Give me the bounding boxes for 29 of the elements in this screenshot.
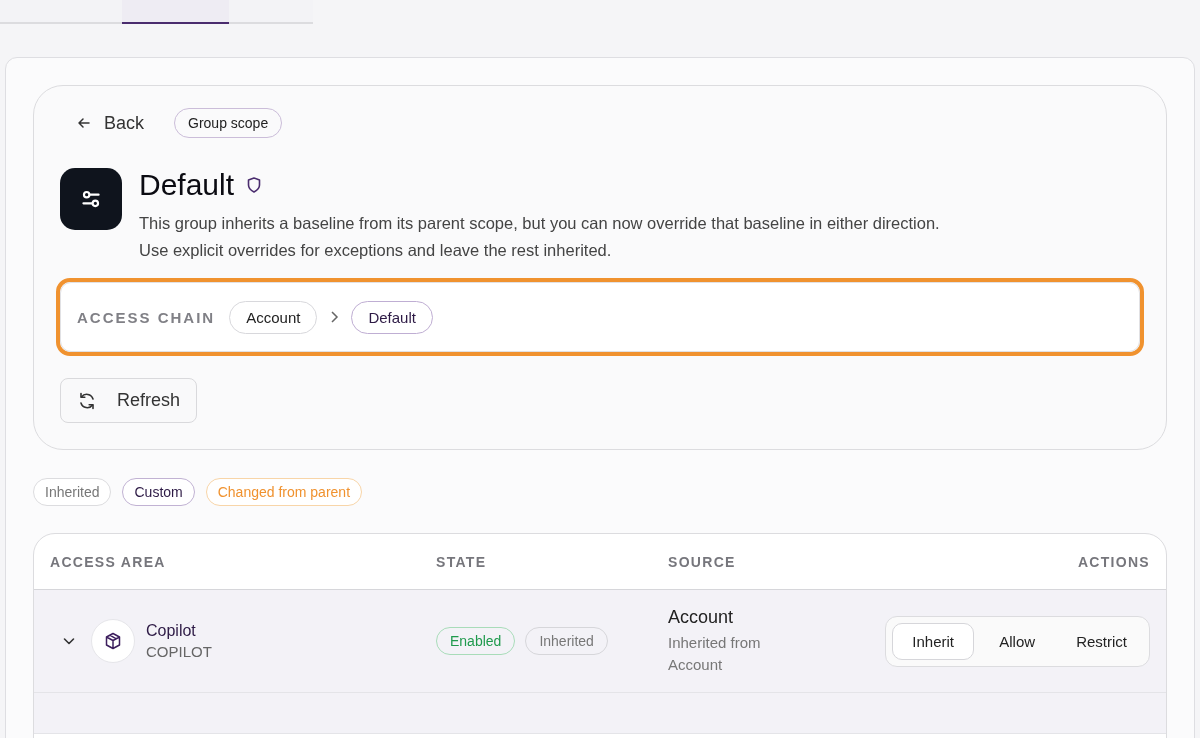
breadcrumb-chip[interactable]: Default <box>351 300 433 334</box>
legend-badge: Inherited <box>33 478 112 506</box>
back-button[interactable]: Back <box>76 112 145 134</box>
group-title: Default <box>139 168 235 202</box>
area-code: COPILOT <box>146 643 212 660</box>
column-header: STATE <box>436 553 488 570</box>
state-badge: Inherited <box>525 627 608 655</box>
action-option[interactable]: Inherit <box>892 622 975 660</box>
action-option[interactable]: Allow <box>976 622 1059 660</box>
refresh-icon <box>77 390 97 411</box>
back-arrow-icon <box>76 115 92 131</box>
group-description: This group inherits a baseline from its parent scope, but you can now override that baseline in either direction. Use explicit overrides for exceptions and leave the rest inherited. <box>139 213 941 261</box>
tab[interactable] <box>122 0 229 24</box>
cube-icon <box>91 619 135 663</box>
refresh-button[interactable]: Refresh <box>60 378 198 423</box>
column-header: ACCESS AREA <box>50 553 167 570</box>
breadcrumb-chip[interactable]: Account <box>229 300 318 334</box>
shield-icon <box>246 176 263 194</box>
column-header: ACTIONS <box>1076 553 1150 570</box>
chevron-right-icon <box>329 310 340 324</box>
legend-badge: Changed from parent <box>205 478 363 506</box>
action-option[interactable]: Restrict <box>1060 622 1143 660</box>
access-chain-label: ACCESS CHAIN <box>77 308 216 326</box>
source-name: Account <box>668 606 735 628</box>
source-note: Inherited from Account <box>668 632 762 675</box>
legend-badge: Custom <box>122 478 195 506</box>
column-header: SOURCE <box>668 553 737 570</box>
area-name: Copilot <box>146 622 197 640</box>
group-icon <box>60 168 122 230</box>
